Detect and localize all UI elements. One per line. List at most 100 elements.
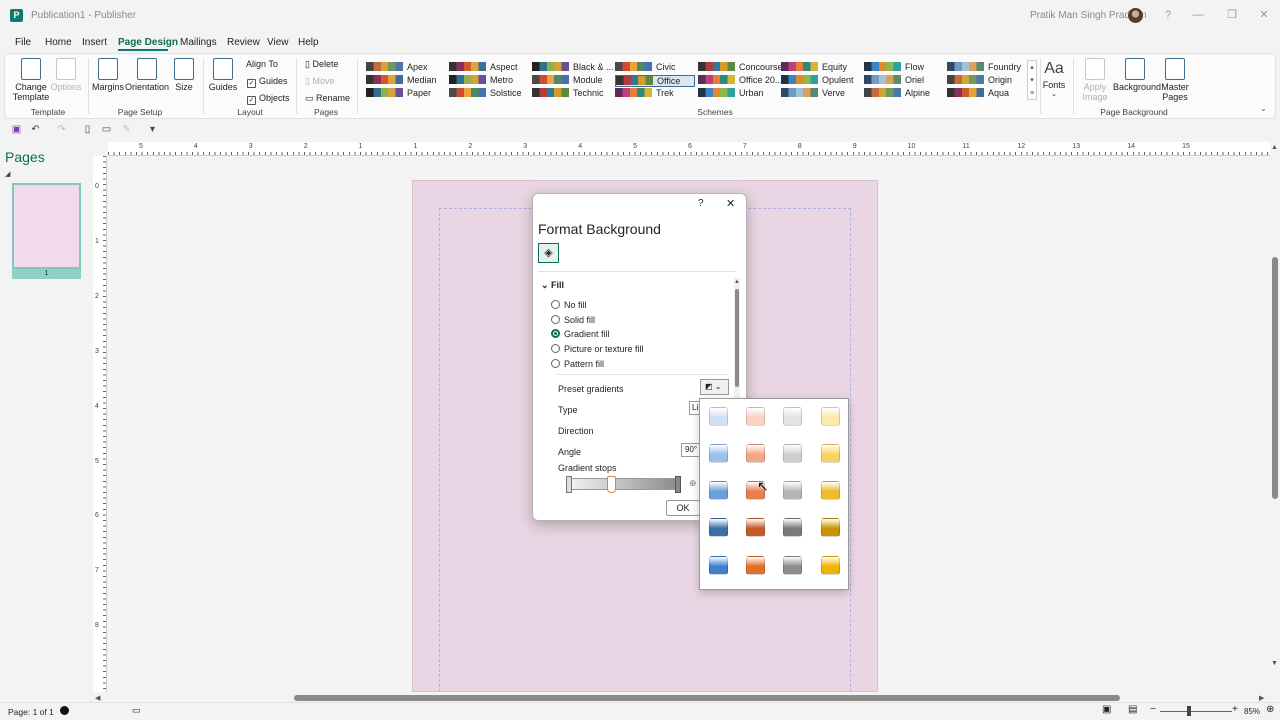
guides-checkbox[interactable]: ✓ Guides (247, 76, 288, 88)
rename-page-button[interactable]: ▭ Rename (305, 93, 350, 104)
tab-help[interactable]: Help (298, 37, 319, 48)
undo-icon[interactable]: ↶ (30, 124, 41, 135)
scheme-alpine[interactable]: Alpine (864, 88, 944, 100)
scheme-civic[interactable]: Civic (615, 62, 695, 74)
normal-view-icon[interactable]: ▣ (1102, 704, 1111, 715)
tab-insert[interactable]: Insert (82, 37, 107, 48)
preset-gradient-cell[interactable] (746, 407, 765, 426)
vertical-ruler[interactable] (93, 156, 107, 692)
dialog-scroll-thumb[interactable] (735, 289, 739, 387)
fit-page-icon[interactable]: ⊕ (1266, 704, 1274, 715)
scheme-trek[interactable]: Trek (615, 88, 695, 100)
preset-gradient-cell[interactable] (709, 556, 728, 575)
ok-button[interactable]: OK (666, 500, 700, 516)
scheme-foundry[interactable]: Foundry (947, 62, 1027, 74)
preset-gradient-cell[interactable] (709, 481, 728, 500)
preset-gradient-cell[interactable] (746, 444, 765, 463)
format-painter-icon[interactable]: ✎ (121, 124, 132, 135)
gradient-stop-left[interactable] (566, 476, 572, 493)
preset-gradient-cell[interactable] (821, 444, 840, 463)
pattern-fill-radio[interactable]: Pattern fill (551, 359, 604, 369)
two-page-view-icon[interactable]: ▤ (1128, 704, 1137, 715)
collapse-triangle-icon[interactable]: ◢ (5, 170, 10, 178)
scheme-median[interactable]: Median (366, 75, 446, 87)
scheme-urban[interactable]: Urban (698, 88, 778, 100)
tab-page-design[interactable]: Page Design (118, 37, 178, 48)
scheme-verve[interactable]: Verve (781, 88, 861, 100)
preset-gradient-cell[interactable] (709, 518, 728, 537)
preset-gradient-cell[interactable] (821, 556, 840, 575)
solid-fill-radio[interactable]: Solid fill (551, 315, 595, 325)
redo-icon[interactable]: ↷ (56, 124, 67, 135)
close-window-button[interactable]: ✕ (1254, 6, 1274, 24)
objects-checkbox[interactable]: ✓ Objects (247, 93, 290, 105)
scheme-office[interactable]: Office (615, 75, 695, 87)
scheme-aqua[interactable]: Aqua (947, 88, 1027, 100)
fonts-button[interactable]: Aa Fonts ⌄ (1042, 58, 1066, 100)
move-page-button[interactable]: ▯ Move (305, 76, 334, 87)
size-button[interactable]: Size (172, 58, 196, 92)
fill-bucket-icon[interactable]: ◈ (538, 243, 559, 263)
scheme-origin[interactable]: Origin (947, 75, 1027, 87)
preset-gradient-cell[interactable] (783, 556, 802, 575)
tab-file[interactable]: File (15, 37, 31, 48)
preset-gradient-cell[interactable] (746, 556, 765, 575)
preset-gradient-cell[interactable] (821, 518, 840, 537)
scheme-office-20[interactable]: Office 20... (698, 75, 782, 87)
scheme-aspect[interactable]: Aspect (449, 62, 529, 74)
customize-toolbar-icon[interactable]: ▾ (147, 124, 158, 135)
guides-button[interactable]: Guides (208, 58, 238, 92)
change-template-button[interactable]: Change Template (10, 58, 52, 102)
dialog-help-icon[interactable]: ? (698, 198, 704, 209)
scheme-solstice[interactable]: Solstice (449, 88, 529, 100)
tab-home[interactable]: Home (45, 37, 72, 48)
zoom-in-icon[interactable]: + (1232, 704, 1238, 715)
scheme-apex[interactable]: Apex (366, 62, 446, 74)
preset-gradients-dropdown[interactable]: ◩ ⌄ (700, 379, 729, 395)
preset-gradient-cell[interactable] (783, 518, 802, 537)
preset-gradient-cell[interactable] (709, 444, 728, 463)
save-icon[interactable]: ▣ (11, 124, 22, 135)
background-button[interactable]: Background (1113, 58, 1161, 92)
horizontal-scroll-thumb[interactable] (294, 695, 1120, 701)
delete-page-button[interactable]: ▯ Delete (305, 59, 338, 70)
scheme-flow[interactable]: Flow (864, 62, 944, 74)
angle-input[interactable]: 90° (681, 443, 701, 457)
scheme-black[interactable]: Black & ... (532, 62, 614, 74)
gradient-stop-right[interactable] (675, 476, 681, 493)
ribbon-collapse-icon[interactable]: ⌄ (1260, 104, 1267, 113)
recording-dot-icon[interactable] (60, 706, 69, 715)
scroll-up-icon[interactable]: ▲ (1271, 144, 1278, 151)
options-button[interactable]: Options (50, 58, 82, 92)
preset-gradient-cell[interactable] (821, 481, 840, 500)
no-fill-radio[interactable]: No fill (551, 300, 587, 310)
scheme-opulent[interactable]: Opulent (781, 75, 861, 87)
restore-button[interactable]: ❐ (1222, 6, 1242, 24)
preset-gradient-cell[interactable] (783, 481, 802, 500)
zoom-slider-thumb[interactable] (1187, 706, 1191, 716)
tab-review[interactable]: Review (227, 37, 260, 48)
open-folder-icon[interactable]: ▭ (101, 124, 112, 135)
margins-button[interactable]: Margins (92, 58, 124, 92)
zoom-slider[interactable] (1160, 711, 1232, 712)
user-avatar[interactable] (1128, 8, 1143, 23)
preset-gradient-cell[interactable] (783, 444, 802, 463)
preset-gradient-cell[interactable] (709, 407, 728, 426)
picture-texture-fill-radio[interactable]: Picture or texture fill (551, 344, 644, 354)
scheme-concourse[interactable]: Concourse (698, 62, 783, 74)
fill-section-header[interactable]: ⌄ Fill (541, 280, 564, 291)
scheme-paper[interactable]: Paper (366, 88, 446, 100)
scheme-metro[interactable]: Metro (449, 75, 529, 87)
tab-mailings[interactable]: Mailings (180, 37, 217, 48)
gradient-stops-bar[interactable] (567, 478, 681, 490)
orientation-button[interactable]: Orientation (125, 58, 169, 92)
master-pages-button[interactable]: Master Pages (1159, 58, 1191, 102)
preset-gradient-cell[interactable] (821, 407, 840, 426)
scheme-equity[interactable]: Equity (781, 62, 861, 74)
help-icon[interactable]: ? (1158, 6, 1178, 24)
preset-gradient-cell[interactable] (783, 407, 802, 426)
scheme-technic[interactable]: Technic (532, 88, 612, 100)
tab-view[interactable]: View (267, 37, 289, 48)
scheme-module[interactable]: Module (532, 75, 612, 87)
preset-gradient-cell[interactable] (746, 518, 765, 537)
